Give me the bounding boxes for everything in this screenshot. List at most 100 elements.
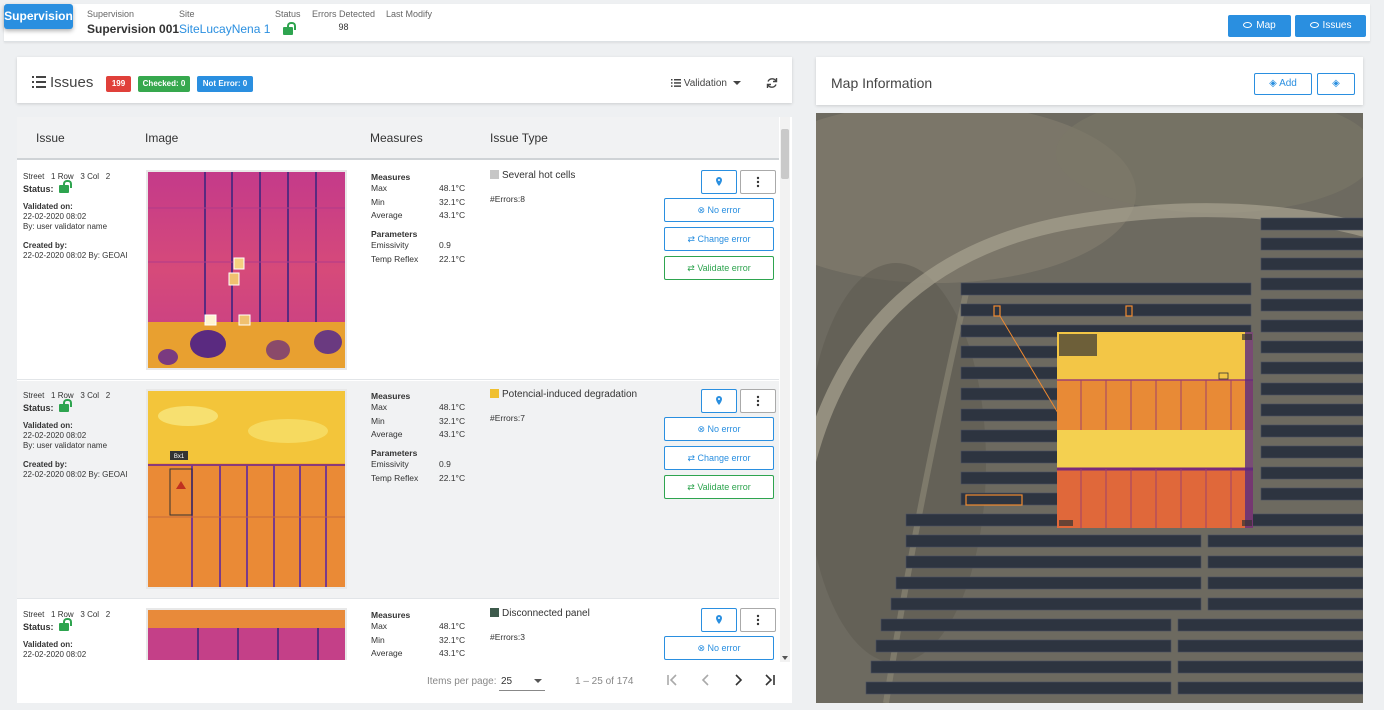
box-label: Bx1 — [174, 454, 185, 460]
col-issue-type: Issue Type — [490, 131, 548, 145]
refresh-icon[interactable] — [766, 77, 778, 89]
brand-tab[interactable]: Supervision — [4, 4, 73, 29]
status-field: Status — [275, 9, 301, 38]
add-layer-button[interactable]: ◈ Add — [1254, 73, 1312, 95]
thermal-image[interactable] — [146, 608, 347, 660]
created-info: Created by: 22-02-2020 08:02 By: GEOAI — [23, 241, 128, 260]
max-value: 48.1°C — [439, 183, 466, 193]
unlock-icon — [59, 180, 73, 193]
top-header: Supervision Supervision Supervision 001 … — [4, 4, 1370, 42]
validation-info: Validated on: 22-02-2020 08:02 By: user … — [23, 202, 108, 231]
caret-down-icon — [534, 679, 542, 683]
no-entry-icon: ⊗ — [697, 205, 705, 215]
table-scrollbar[interactable] — [780, 117, 790, 662]
validate-error-button[interactable]: ⇄ Validate error — [664, 475, 774, 499]
errors-count: #Errors:3 — [490, 632, 525, 642]
map-panel-title: Map Information — [831, 75, 933, 91]
avg-label: Average — [371, 429, 403, 439]
temp-reflex-value: 22.1°C — [439, 473, 466, 483]
items-per-page-select[interactable]: 25 — [499, 671, 545, 691]
swap-icon: ⇄ — [687, 482, 695, 492]
thermal-image[interactable]: Bx1 — [146, 389, 347, 589]
validation-info: Validated on: 22-02-2020 08:02 By: user … — [23, 421, 108, 450]
status-text: Status: — [23, 618, 73, 632]
locate-button[interactable] — [701, 608, 737, 632]
max-label: Max — [371, 402, 388, 412]
layers-icon: ◈ — [1269, 78, 1277, 89]
unlock-icon — [283, 22, 296, 35]
locate-button[interactable] — [701, 170, 737, 194]
errors-value: 98 — [338, 22, 349, 32]
max-value: 48.1°C — [439, 402, 466, 412]
issues-view-button[interactable]: Issues — [1295, 15, 1366, 37]
no-error-button[interactable]: ⊗ No error — [664, 417, 774, 441]
layers-icon: ◈ — [1332, 78, 1340, 89]
min-value: 32.1°C — [439, 635, 466, 645]
min-label: Min — [371, 416, 385, 426]
no-error-button[interactable]: ⊗ No error — [664, 198, 774, 222]
temp-reflex-label: Temp Reflex — [371, 254, 419, 264]
satellite-map[interactable] — [816, 113, 1363, 703]
caret-down-icon — [732, 81, 741, 85]
more-button[interactable] — [740, 389, 776, 413]
map-pin-icon — [716, 615, 722, 624]
temp-reflex-label: Temp Reflex — [371, 473, 419, 483]
issues-panel-header: Issues 199 Checked: 0 Not Error: 0 Valid… — [17, 57, 792, 103]
no-entry-icon: ⊗ — [697, 643, 705, 653]
emissivity-label: Emissivity — [371, 240, 409, 250]
parameters-heading: Parameters — [371, 448, 418, 458]
table-row[interactable]: Street 1 Row 3 Col 2 Status: Validated o… — [17, 381, 779, 599]
errors-label: Errors Detected — [312, 9, 376, 19]
errors-field: Errors Detected 98 — [312, 9, 375, 32]
avg-value: 43.1°C — [439, 210, 466, 220]
validation-dropdown[interactable]: Validation — [671, 78, 741, 89]
scrollbar-thumb[interactable] — [781, 129, 789, 179]
filter-list-icon — [671, 79, 681, 87]
status-label: Status — [275, 9, 301, 19]
prev-page-icon[interactable] — [699, 673, 713, 687]
eye-icon — [1309, 22, 1319, 28]
col-image: Image — [145, 131, 179, 145]
items-per-page-label: Items per page: — [427, 676, 497, 687]
measures-heading: Measures — [371, 172, 411, 182]
emissivity-value: 0.9 — [439, 240, 451, 250]
temp-reflex-value: 22.1°C — [439, 254, 466, 264]
layers-button[interactable]: ◈ — [1317, 73, 1355, 95]
site-label: Site — [179, 9, 195, 19]
avg-label: Average — [371, 210, 403, 220]
max-label: Max — [371, 183, 388, 193]
next-page-icon[interactable] — [731, 673, 745, 687]
locate-button[interactable] — [701, 389, 737, 413]
more-vertical-icon — [756, 614, 760, 626]
first-page-icon[interactable] — [666, 673, 680, 687]
scroll-down-arrow[interactable] — [782, 656, 788, 660]
errors-count: #Errors:8 — [490, 194, 525, 204]
no-error-button[interactable]: ⊗ No error — [664, 636, 774, 660]
table-row[interactable]: Street 1 Row 3 Col 2 Status: Validated o… — [17, 600, 779, 660]
col-issue: Issue — [36, 131, 65, 145]
validate-error-button[interactable]: ⇄ Validate error — [664, 256, 774, 280]
swap-icon: ⇄ — [687, 234, 695, 244]
measures-heading: Measures — [371, 610, 411, 620]
last-page-icon[interactable] — [762, 673, 776, 687]
unlock-icon — [59, 399, 73, 412]
map-view-button[interactable]: Map — [1228, 15, 1291, 37]
site-link[interactable]: SiteLucayNena 1 — [179, 22, 270, 36]
table-row[interactable]: Street 1 Row 3 Col 2 Status: Validated o… — [17, 162, 779, 380]
total-badge: 199 — [106, 76, 131, 92]
avg-value: 43.1°C — [439, 648, 466, 658]
swap-icon: ⇄ — [687, 453, 695, 463]
more-vertical-icon — [756, 395, 760, 407]
not-error-badge: Not Error: 0 — [197, 76, 253, 92]
more-button[interactable] — [740, 170, 776, 194]
site-field: Site SiteLucayNena 1 — [179, 9, 270, 36]
more-button[interactable] — [740, 608, 776, 632]
swap-icon: ⇄ — [687, 263, 695, 273]
min-value: 32.1°C — [439, 197, 466, 207]
checked-badge: Checked: 0 — [138, 76, 190, 92]
col-measures: Measures — [370, 131, 423, 145]
thermal-image[interactable] — [146, 170, 347, 370]
change-error-button[interactable]: ⇄ Change error — [664, 227, 774, 251]
table-header: Issue Image Measures Issue Type — [17, 117, 779, 160]
change-error-button[interactable]: ⇄ Change error — [664, 446, 774, 470]
